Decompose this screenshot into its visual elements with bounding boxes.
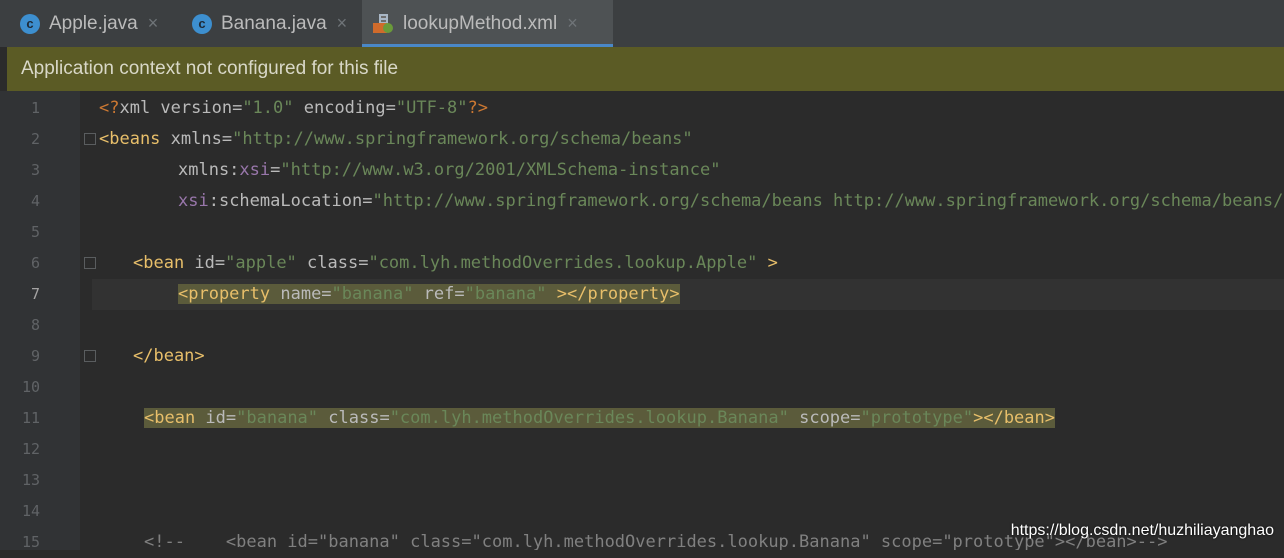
token: "com.lyh.methodOverrides.lookup.Apple": [368, 253, 758, 273]
close-icon[interactable]: ×: [337, 13, 348, 34]
token: name=: [280, 284, 332, 304]
line-number: 15: [21, 533, 40, 551]
line-number: 12: [21, 440, 40, 458]
code-line-4[interactable]: xsi:schemaLocation="http://www.springfra…: [80, 186, 1284, 217]
code-editor[interactable]: <?xml version="1.0" encoding="UTF-8"?> <…: [80, 91, 1284, 550]
line-number: 2: [30, 130, 40, 148]
class-c-icon: c: [192, 13, 212, 34]
token: xmlns=: [170, 129, 233, 149]
token: :schemaLocation=: [208, 191, 373, 211]
token: <property: [178, 284, 281, 304]
tab-label: Apple.java: [49, 12, 138, 34]
token: <bean: [144, 408, 206, 428]
tab-lookupmethod-xml[interactable]: lookupMethod.xml ×: [362, 0, 613, 47]
token: xsi: [178, 191, 209, 211]
token: "banana": [464, 284, 547, 304]
line-number: 11: [21, 409, 40, 427]
token: >: [757, 253, 778, 273]
xml-spring-file-icon: [372, 13, 394, 35]
token: <?: [99, 98, 120, 118]
line-number: 8: [30, 316, 40, 334]
token: "banana": [236, 408, 319, 428]
code-line-9[interactable]: </bean>: [80, 341, 1284, 372]
token: <bean: [133, 253, 195, 273]
code-line-3[interactable]: xmlns:xsi="http://www.w3.org/2001/XMLSch…: [80, 155, 1284, 186]
line-number: 1: [30, 99, 40, 117]
line-number: 14: [21, 502, 40, 520]
editor-tab-bar: c Apple.java × c Banana.java × lookupMet…: [0, 0, 1284, 47]
token: encoding=: [293, 98, 396, 118]
token: ></bean>: [973, 408, 1055, 428]
line-number: 9: [30, 347, 40, 365]
code-line-6[interactable]: <bean id="apple" class="com.lyh.methodOv…: [80, 248, 1284, 279]
token: "http://www.springframework.org/schema/b…: [232, 129, 693, 149]
notification-banner[interactable]: Application context not configured for t…: [7, 47, 1284, 91]
line-number-current: 7: [30, 285, 40, 303]
tag-match-highlight: <bean id="banana" class="com.lyh.methodO…: [144, 408, 1055, 428]
token: "com.lyh.methodOverrides.lookup.Banana": [389, 408, 789, 428]
token: <beans: [99, 129, 171, 149]
tag-match-highlight: <property name="banana" ref="banana" ></…: [178, 284, 680, 304]
token: "UTF-8": [395, 98, 468, 118]
watermark: https://blog.csdn.net/huzhiliayanghao: [1010, 522, 1274, 539]
code-line-2[interactable]: <beans xmlns="http://www.springframework…: [80, 124, 1284, 155]
tab-apple-java[interactable]: c Apple.java ×: [0, 0, 180, 47]
code-line-1[interactable]: <?xml version="1.0" encoding="UTF-8"?>: [80, 93, 1284, 124]
line-number: 13: [21, 471, 40, 489]
token: scope=: [788, 408, 861, 428]
token: "1.0": [242, 98, 294, 118]
token: =: [270, 160, 281, 180]
token: ?>: [467, 98, 488, 118]
line-number: 6: [30, 254, 40, 272]
line-number: 3: [30, 161, 40, 179]
token: xsi: [239, 160, 271, 180]
token: id=: [194, 253, 226, 273]
token: "apple": [225, 253, 297, 273]
token: "banana": [331, 284, 414, 304]
close-icon[interactable]: ×: [148, 13, 159, 34]
close-icon[interactable]: ×: [567, 13, 578, 34]
tab-banana-java[interactable]: c Banana.java ×: [180, 0, 360, 47]
line-number: 4: [30, 192, 40, 210]
line-numbers: 1 2 3 4 5 6 7 8 9 10 11 12 13 14 15: [0, 91, 96, 551]
tab-label: Banana.java: [221, 12, 327, 34]
line-number: 10: [21, 378, 40, 396]
token: xml version=: [119, 98, 243, 118]
token: id=: [205, 408, 237, 428]
token: "http://www.springframework.org/schema/b…: [372, 191, 1284, 211]
token: class=: [296, 253, 369, 273]
code-line-7[interactable]: <property name="banana" ref="banana" ></…: [80, 279, 1284, 310]
tab-label: lookupMethod.xml: [403, 12, 558, 34]
token: ref=: [413, 284, 465, 304]
token: </bean>: [133, 346, 205, 366]
token: xmlns:: [178, 160, 240, 180]
token: class=: [318, 408, 390, 428]
token: "http://www.w3.org/2001/XMLSchema-instan…: [280, 160, 721, 180]
token: ></property>: [546, 284, 680, 304]
line-number: 5: [30, 223, 40, 241]
class-c-icon: c: [20, 13, 40, 34]
token: "prototype": [860, 408, 974, 428]
code-line-11[interactable]: <bean id="banana" class="com.lyh.methodO…: [80, 403, 1284, 434]
